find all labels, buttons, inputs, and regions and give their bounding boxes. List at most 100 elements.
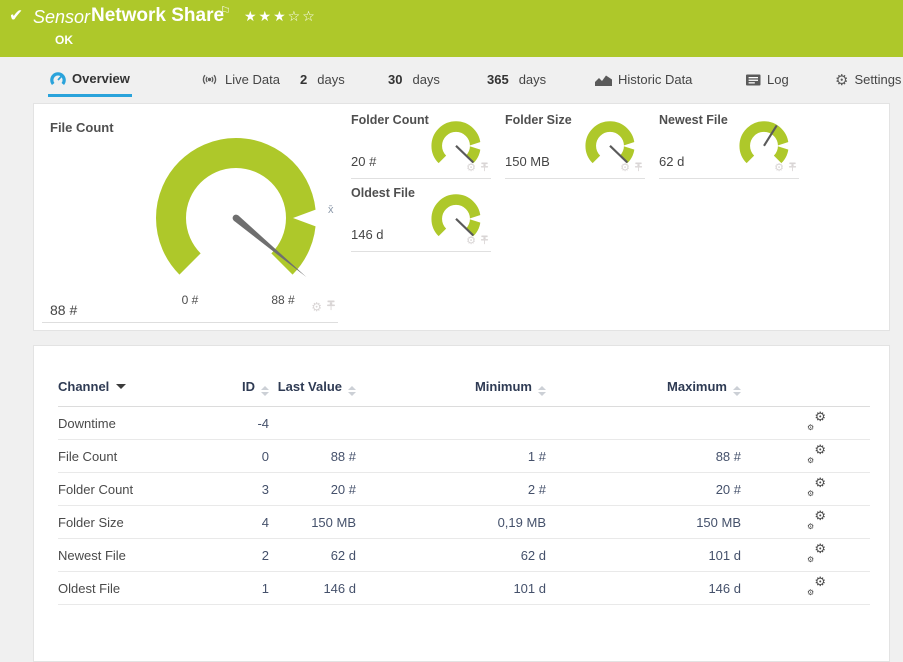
channel-minimum: 62 d: [356, 539, 546, 572]
channel-id: 3: [214, 473, 269, 506]
column-header-last-value[interactable]: Last Value: [269, 374, 356, 407]
tab-bar: Overview Live Data 2 days 30 days 365 da…: [0, 62, 903, 97]
gauge-cell-folder-count[interactable]: Folder Count 20 # ⚙: [351, 113, 491, 179]
pin-icon[interactable]: [326, 298, 336, 316]
tab-live-data[interactable]: Live Data: [198, 62, 282, 97]
tab-historic-data[interactable]: Historic Data: [593, 62, 694, 97]
pin-icon[interactable]: [480, 232, 489, 250]
channel-name[interactable]: Folder Size: [58, 506, 214, 539]
table-row-oldest-file: Oldest File 1 146 d 101 d 146 d ⚙⚙: [58, 572, 870, 605]
status-badge: OK: [55, 33, 73, 47]
channel-last-value: 146 d: [269, 572, 356, 605]
gauge-scale-max: 88 #: [261, 293, 305, 307]
tab-label: days: [317, 72, 344, 87]
channel-name[interactable]: File Count: [58, 440, 214, 473]
channel-last-value: [269, 407, 356, 440]
table-header-row: Channel ID Last Value Minimum Maximum: [58, 374, 870, 407]
pin-icon[interactable]: [480, 159, 489, 177]
table-row-newest-file: Newest File 2 62 d 62 d 101 d ⚙⚙: [58, 539, 870, 572]
edit-channel-icon[interactable]: ⚙⚙: [807, 446, 826, 463]
flag-icon[interactable]: ⚐: [220, 4, 231, 18]
gauge-title: File Count: [50, 120, 114, 135]
gauge-title: Newest File: [659, 113, 728, 127]
gauge-cell-folder-size[interactable]: Folder Size 150 MB ⚙: [505, 113, 645, 179]
channel-name[interactable]: Downtime: [58, 407, 214, 440]
tab-label: days: [519, 72, 546, 87]
channel-name[interactable]: Oldest File: [58, 572, 214, 605]
edit-channel-icon[interactable]: ⚙⚙: [807, 413, 826, 430]
gauge-cell-file-count[interactable]: File Count 0 # 88 # x̄ 88 # ⚙: [42, 112, 338, 323]
tab-2-days[interactable]: 2 days: [298, 62, 347, 97]
channel-name[interactable]: Newest File: [58, 539, 214, 572]
table-row-downtime: Downtime -4 ⚙⚙: [58, 407, 870, 440]
channel-maximum: 88 #: [546, 440, 741, 473]
pin-icon[interactable]: [788, 159, 797, 177]
pin-icon[interactable]: [634, 159, 643, 177]
gauge-title: Folder Size: [505, 113, 572, 127]
gauges-panel: File Count 0 # 88 # x̄ 88 # ⚙: [33, 103, 890, 331]
gear-icon[interactable]: ⚙: [311, 301, 322, 313]
channel-id: 0: [214, 440, 269, 473]
gauge-value: 88 #: [50, 302, 77, 318]
tab-label: Overview: [72, 71, 130, 86]
gear-icon[interactable]: ⚙: [466, 236, 476, 247]
edit-channel-icon[interactable]: ⚙⚙: [807, 545, 826, 562]
gauge-scale-min: 0 #: [168, 293, 212, 307]
edit-channel-icon[interactable]: ⚙⚙: [807, 578, 826, 595]
channel-minimum: 1 #: [356, 440, 546, 473]
average-marker: x̄: [328, 204, 334, 216]
tab-log[interactable]: Log: [744, 62, 791, 97]
gauge-icon: [50, 71, 66, 86]
priority-stars[interactable]: ★★★☆☆: [244, 8, 317, 25]
channel-minimum: 2 #: [356, 473, 546, 506]
channel-maximum: 101 d: [546, 539, 741, 572]
gear-icon[interactable]: ⚙: [620, 163, 630, 174]
status-ok-check-icon: ✔: [9, 6, 23, 26]
log-icon: [746, 74, 761, 86]
column-header-minimum[interactable]: Minimum: [356, 374, 546, 407]
gauge-value: 146 d: [351, 227, 384, 242]
tab-label: Settings: [854, 72, 901, 87]
tab-day-count: 30: [388, 72, 402, 87]
sort-icon: [538, 386, 546, 396]
channel-minimum: [356, 407, 546, 440]
tab-overview[interactable]: Overview: [48, 62, 132, 97]
channel-id: 1: [214, 572, 269, 605]
edit-channel-icon[interactable]: ⚙⚙: [807, 479, 826, 496]
column-label: Maximum: [667, 379, 727, 394]
tab-label: Live Data: [225, 72, 280, 87]
sort-icon: [261, 386, 269, 396]
sort-icon: [348, 386, 356, 396]
column-label: Minimum: [475, 379, 532, 394]
channel-table-panel: Channel ID Last Value Minimum Maximum: [33, 345, 890, 662]
tab-365-days[interactable]: 365 days: [485, 62, 548, 97]
channel-table: Channel ID Last Value Minimum Maximum: [58, 374, 870, 605]
tab-label: days: [412, 72, 439, 87]
edit-channel-icon[interactable]: ⚙⚙: [807, 512, 826, 529]
table-row-folder-size: Folder Size 4 150 MB 0,19 MB 150 MB ⚙⚙: [58, 506, 870, 539]
channel-id: -4: [214, 407, 269, 440]
tab-30-days[interactable]: 30 days: [386, 62, 442, 97]
tab-settings[interactable]: ⚙ Settings: [833, 62, 903, 97]
column-header-channel[interactable]: Channel: [58, 374, 214, 407]
area-chart-icon: [595, 74, 612, 86]
tab-label: Log: [767, 72, 789, 87]
sort-desc-icon: [116, 384, 126, 389]
gauge-cell-newest-file[interactable]: Newest File 62 d ⚙: [659, 113, 799, 179]
gauge-value: 150 MB: [505, 154, 550, 169]
channel-id: 4: [214, 506, 269, 539]
broadcast-icon: [200, 73, 219, 86]
tab-day-count: 365: [487, 72, 509, 87]
gauge-cell-oldest-file[interactable]: Oldest File 146 d ⚙: [351, 186, 491, 252]
column-header-maximum[interactable]: Maximum: [546, 374, 741, 407]
channel-last-value: 150 MB: [269, 506, 356, 539]
channel-id: 2: [214, 539, 269, 572]
channel-maximum: [546, 407, 741, 440]
gear-icon[interactable]: ⚙: [466, 163, 476, 174]
file-count-gauge: [136, 113, 336, 303]
gear-icon[interactable]: ⚙: [774, 163, 784, 174]
channel-name[interactable]: Folder Count: [58, 473, 214, 506]
tab-day-count: 2: [300, 72, 307, 87]
column-header-id[interactable]: ID: [214, 374, 269, 407]
gear-icon: ⚙: [835, 71, 848, 89]
